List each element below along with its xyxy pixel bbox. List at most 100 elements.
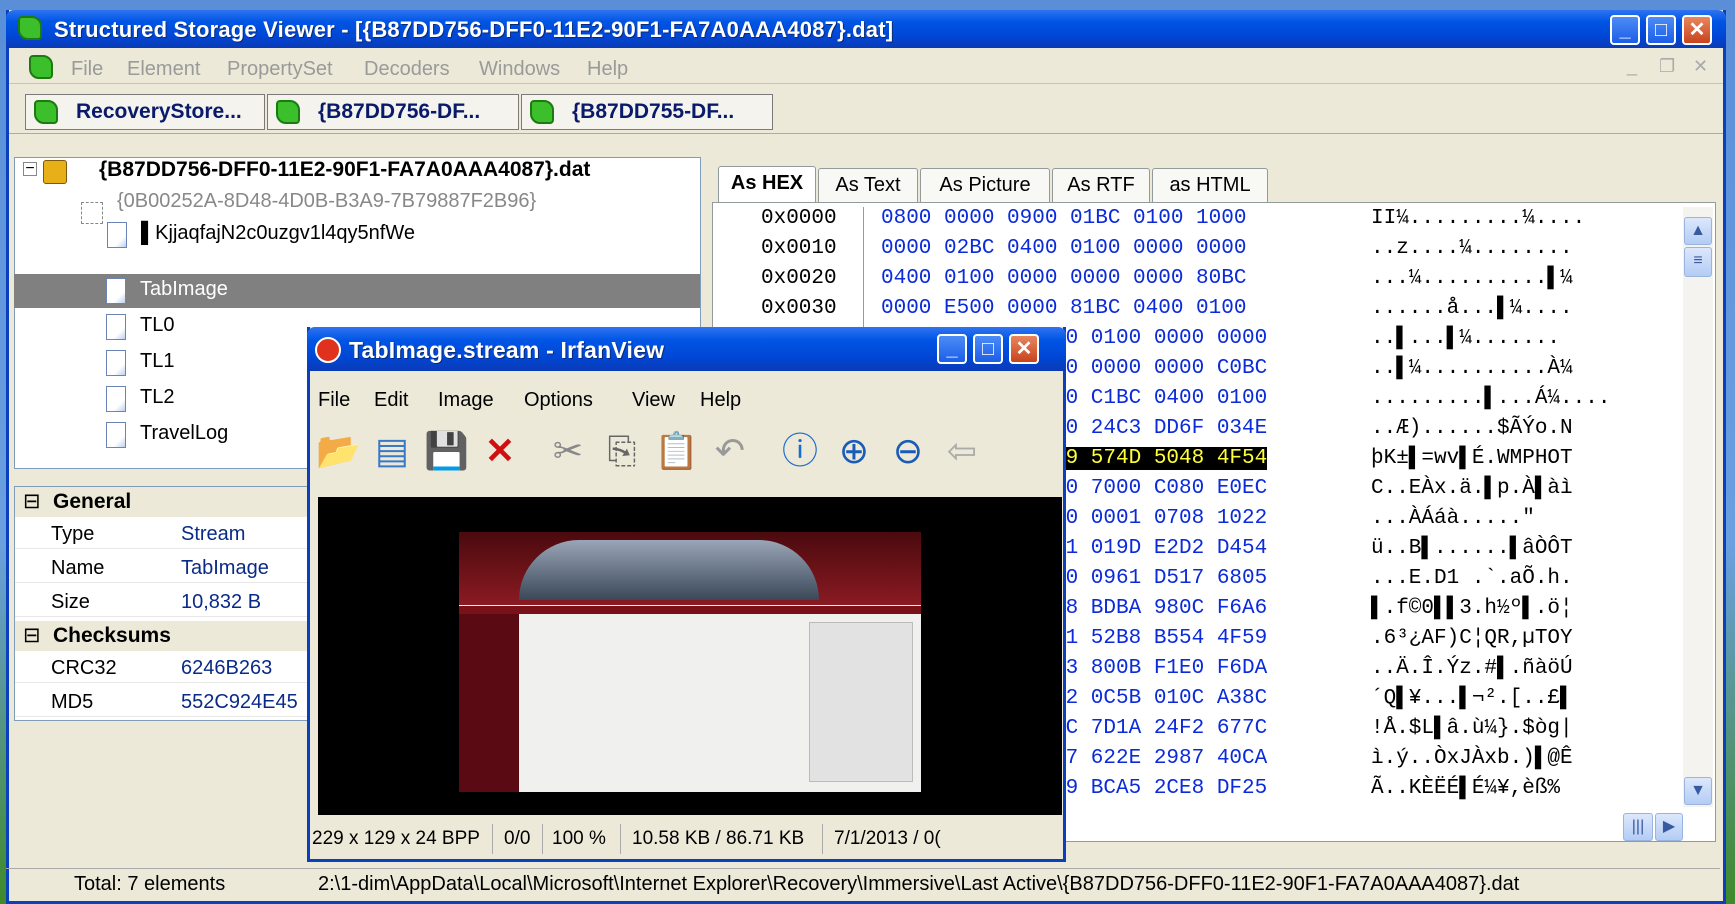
tree-root[interactable]: {B87DD756-DFF0-11E2-90F1-FA7A0AAA4087}.d… [99, 158, 590, 182]
hex-bytes: 68 BDBA 980C F6A6 [1053, 597, 1268, 620]
paste-icon[interactable]: 📋 [654, 429, 699, 473]
menu-element[interactable]: Element [127, 58, 200, 81]
maximize-button[interactable]: □ [1646, 15, 1676, 45]
iv-maximize-button[interactable]: □ [973, 334, 1003, 364]
iv-status-date: 7/1/2013 / 0( [834, 828, 941, 849]
delete-icon[interactable]: ✕ [478, 429, 522, 473]
copy-icon[interactable]: ⎘ [600, 429, 644, 473]
property-value: 10,832 B [181, 591, 262, 613]
collapse-toggle-icon[interactable]: ⊟ [23, 489, 41, 514]
collapse-toggle-icon[interactable]: − [23, 161, 37, 177]
property-value: 552C924E45 [181, 691, 298, 713]
tab-as-rtf[interactable]: As RTF [1052, 168, 1150, 202]
hex-row[interactable]: 0x0010 0000 02BC 0400 0100 0000 0000 ..z..… [713, 237, 1715, 267]
iv-menu-help[interactable]: Help [700, 389, 741, 412]
iv-status-zoom: 100 % [552, 828, 606, 849]
tree-item-stream[interactable]: ▌KjjaqfajN2c0uzgv1l4qy5nfWe [141, 222, 415, 245]
property-value: TabImage [181, 557, 269, 579]
divider [542, 824, 543, 854]
hex-offset: 0x0000 [761, 207, 837, 230]
menu-propertyset[interactable]: PropertySet [227, 58, 333, 81]
menu-file[interactable]: File [71, 58, 103, 81]
cut-icon[interactable]: ✂ [546, 429, 590, 473]
tree-item-tl2[interactable]: TL2 [140, 386, 174, 409]
document-tab-bar: RecoveryStore... {B87DD756-DF... {B87DD7… [9, 86, 1723, 134]
undo-icon[interactable]: ↶ [708, 429, 752, 473]
tree-item-storage[interactable]: {0B00252A-8D48-4D0B-B3A9-7B79887F2B96} [117, 190, 536, 213]
puzzle-icon [34, 100, 58, 124]
scroll-right-button[interactable]: ▶ [1655, 813, 1683, 841]
hex-ascii: Ã..KÈËÉ▌É¼¥,èß% [1371, 777, 1561, 800]
hex-ascii: ..Æ)......$ÃÝo.N [1371, 417, 1573, 440]
hex-ascii: ..z....¼........ [1371, 237, 1573, 260]
divider [492, 824, 493, 854]
mdi-close-button[interactable]: ✕ [1693, 56, 1708, 77]
property-value: Stream [181, 523, 246, 545]
menu-decoders[interactable]: Decoders [364, 58, 450, 81]
close-button[interactable]: ✕ [1682, 15, 1712, 45]
tab-as-text[interactable]: As Text [818, 168, 918, 202]
scroll-up-button[interactable]: ▲ [1684, 217, 1712, 245]
mdi-restore-button[interactable]: ❐ [1659, 56, 1675, 77]
tab-as-picture[interactable]: As Picture [920, 168, 1050, 202]
iv-menu-edit[interactable]: Edit [374, 389, 408, 412]
iv-menu-options[interactable]: Options [524, 389, 593, 412]
property-key: CRC32 [51, 657, 117, 679]
iv-menu-file[interactable]: File [318, 389, 350, 412]
vertical-scrollbar[interactable]: ▲ ≡ ▼ [1683, 207, 1713, 807]
hex-ascii: ..▌¼..........À¼ [1371, 357, 1573, 380]
tab-as-hex[interactable]: As HEX [718, 166, 816, 203]
hex-row[interactable]: 0x0020 0400 0100 0000 0000 0000 80BC ...¼.… [713, 267, 1715, 297]
status-path: 2:\1-dim\AppData\Local\Microsoft\Interne… [318, 873, 1520, 895]
previous-icon[interactable]: ⇦ [940, 429, 984, 473]
irfanview-window: TabImage.stream - IrfanView _ □ ✕ File E… [307, 327, 1066, 862]
tree-item-tabimage[interactable]: TabImage [140, 278, 228, 301]
hex-offset: 0x0030 [761, 297, 837, 320]
hex-ascii: ..Ä.Î.Ýz.#▌.ñàöÚ [1371, 657, 1573, 680]
hex-offset: 0x0020 [761, 267, 837, 290]
preview-banner-graphic [519, 540, 819, 600]
tree-item-tl1[interactable]: TL1 [140, 350, 174, 373]
iv-minimize-button[interactable]: _ [937, 334, 967, 364]
hex-bytes: D7 622E 2987 40CA [1053, 747, 1268, 770]
collapse-toggle-icon[interactable]: ⊟ [23, 623, 41, 648]
doc-tab-b87dd755[interactable]: {B87DD755-DF... [521, 94, 773, 130]
menu-bar: File Element PropertySet Decoders Window… [9, 50, 1723, 84]
tab-as-html[interactable]: as HTML [1152, 168, 1268, 202]
preview-sidebar [459, 614, 519, 792]
doc-tab-recoverystore[interactable]: RecoveryStore... [25, 94, 265, 130]
hex-bytes: 0000 02BC 0400 0100 0000 0000 [881, 237, 1247, 260]
menu-help[interactable]: Help [587, 58, 628, 81]
info-icon[interactable]: ⓘ [778, 429, 822, 473]
tree-item-travellog[interactable]: TravelLog [140, 422, 228, 445]
main-title-bar[interactable]: Structured Storage Viewer - [{B87DD756-D… [6, 10, 1726, 48]
irfanview-title-bar[interactable]: TabImage.stream - IrfanView _ □ ✕ [307, 327, 1066, 371]
divider [822, 824, 823, 854]
slideshow-icon[interactable]: ▤ [370, 429, 414, 473]
zoom-in-icon[interactable]: ⊕ [832, 429, 876, 473]
hex-ascii: þK±▌=wv▌É.WMPHOT [1371, 447, 1573, 470]
minimize-button[interactable]: _ [1610, 15, 1640, 45]
hex-ascii: C..EÀx.ä.▌p.À▌àì [1371, 477, 1573, 500]
open-folder-icon[interactable]: 📂 [316, 429, 361, 473]
scroll-thumb[interactable]: ≡ [1684, 247, 1712, 277]
doc-tab-b87dd756[interactable]: {B87DD756-DF... [267, 94, 519, 130]
puzzle-icon [276, 100, 300, 124]
file-icon [106, 314, 126, 340]
mdi-minimize-button[interactable]: _ [1627, 56, 1637, 77]
hex-ascii: ...E.D1 .`.aÕ.h. [1371, 567, 1573, 590]
preview-nav-strip [459, 606, 921, 614]
iv-menu-view[interactable]: View [632, 389, 675, 412]
hex-row[interactable]: 0x0030 0000 E500 0000 81BC 0400 0100.....… [713, 297, 1715, 327]
menu-windows[interactable]: Windows [479, 58, 560, 81]
save-icon[interactable]: 💾 [424, 429, 469, 473]
image-canvas[interactable] [318, 497, 1062, 815]
iv-close-button[interactable]: ✕ [1009, 334, 1039, 364]
hex-row[interactable]: 0x0000 0800 0000 0900 01BC 0100 1000 II¼..… [713, 207, 1715, 237]
tree-item-tl0[interactable]: TL0 [140, 314, 174, 337]
zoom-out-icon[interactable]: ⊖ [886, 429, 930, 473]
iv-menu-image[interactable]: Image [438, 389, 494, 412]
doc-tab-label: {B87DD755-DF... [572, 100, 735, 123]
scroll-down-button[interactable]: ▼ [1684, 777, 1712, 805]
hscroll-thumb[interactable]: ||| [1623, 813, 1653, 841]
